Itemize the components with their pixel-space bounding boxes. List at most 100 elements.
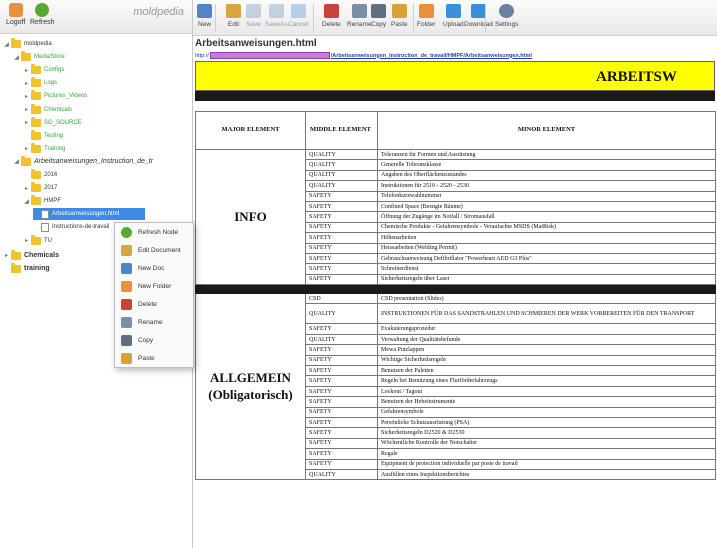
tree-item[interactable]: Testing: [23, 129, 63, 142]
toolbar-delete-button[interactable]: Delete: [322, 4, 341, 28]
middle-element-cell: SAFETY: [305, 273, 378, 286]
tree-item[interactable]: ◢ moldpedia: [3, 38, 52, 50]
toolbar-separator: [215, 4, 216, 32]
minor-element-link[interactable]: Benutzen der Hebeinstrumente: [377, 396, 716, 408]
collapse-arrow-icon[interactable]: ◢: [13, 54, 20, 61]
expand-arrow-icon[interactable]: ▸: [23, 185, 30, 192]
logoff-button[interactable]: Logoff: [6, 3, 25, 26]
copy-icon: [121, 334, 132, 346]
tree-item[interactable]: ▸ Pictures_Videos: [23, 90, 87, 102]
tree-item[interactable]: Arbeitsanweisungen.html: [33, 208, 145, 221]
toolbar-download-button[interactable]: Download: [464, 4, 493, 28]
minor-element-link[interactable]: Persönliche Schutzausrüstung (PSA): [377, 416, 716, 429]
tree-item-label: TU: [44, 237, 52, 244]
tree-item[interactable]: ▸ Training: [23, 142, 65, 155]
tree-item-label: MediaStore: [34, 54, 65, 61]
toolbar-copy-button[interactable]: Copy: [371, 4, 386, 28]
minor-element-link[interactable]: Generelle Toleranzklasse: [377, 159, 716, 171]
minor-element-link[interactable]: Telefonkurzwahlnummer: [377, 190, 716, 202]
expand-arrow-icon[interactable]: ▸: [23, 145, 30, 152]
toolbar-cancel-button[interactable]: Cancel: [288, 4, 308, 28]
minor-element-link[interactable]: Wöchentliche Kontrolle der Notschalter: [377, 437, 716, 450]
tree-item[interactable]: ◢ MediaStore: [13, 51, 65, 63]
toolbar-edit-button[interactable]: Edit: [226, 4, 241, 28]
save-as-icon: [268, 4, 284, 18]
minor-element-link[interactable]: Ausfüllen eines Inspektionsberichtes: [377, 468, 716, 481]
toolbar-upload-button[interactable]: Upload: [443, 4, 464, 28]
left-toolbar: Logoff Refresh moldpedia: [0, 0, 192, 34]
toolbar-settings-button[interactable]: Settings: [495, 4, 519, 28]
minor-element-link[interactable]: Equipment de protection individuelle par…: [377, 458, 716, 470]
middle-element-cell: SAFETY: [305, 375, 378, 387]
expand-arrow-icon[interactable]: ▸: [23, 106, 30, 113]
minor-element-link[interactable]: Gebrauchsanweisung Defibrillator "Powerh…: [377, 252, 716, 265]
tree-item[interactable]: ▸ Chemicals: [23, 103, 72, 116]
minor-element-link[interactable]: CSD presentation (Slides): [377, 293, 716, 305]
toolbar-button-label: Delete: [322, 21, 341, 28]
tree-item[interactable]: ▸ Logs: [23, 77, 57, 89]
paste-icon: [391, 4, 407, 18]
context-menu-item[interactable]: Refresh Node: [115, 223, 193, 241]
tree-item[interactable]: 2016: [23, 169, 57, 181]
tree-item[interactable]: ▸ Configs: [23, 64, 64, 76]
expand-arrow-icon[interactable]: ▸: [23, 80, 30, 87]
minor-element-link[interactable]: Öffnung der Zugänge im Notfall / Stromau…: [377, 211, 716, 223]
collapse-arrow-icon[interactable]: ◢: [3, 41, 10, 48]
minor-element-link[interactable]: Regeln bei Benutzung eines Flurförderfah…: [377, 375, 716, 387]
minor-element-link[interactable]: Toleranzen für Formen und Ausrüstung: [377, 148, 716, 161]
collapse-arrow-icon[interactable]: ◢: [23, 198, 30, 205]
context-menu-item[interactable]: Edit Document: [115, 241, 193, 259]
expand-arrow-icon[interactable]: ▸: [23, 67, 30, 74]
expand-arrow-icon[interactable]: ▸: [3, 252, 10, 259]
gear-icon: [499, 4, 515, 18]
minor-element-link[interactable]: INSTRUKTIONEN FÜR DAS SANDSTRAHLEN UND S…: [377, 303, 716, 325]
minor-element-link[interactable]: Heissarbeiten (Welding Permit): [377, 242, 716, 254]
tree-item[interactable]: ◢ Arbeitsanweisungen_Instruction_de_tr: [13, 155, 153, 168]
minor-element-link[interactable]: Gefahrensymbole: [377, 406, 716, 419]
context-menu-item[interactable]: New Folder: [115, 277, 193, 295]
minor-element-link[interactable]: Confined Space (Beengte Räume): [377, 200, 716, 213]
tree-item[interactable]: ▸ 2017: [23, 182, 57, 194]
refresh-button[interactable]: Refresh: [30, 3, 55, 26]
tree-item[interactable]: ▸ Chemicals: [3, 249, 59, 262]
minor-element-link[interactable]: Chemische Produkte - Gefahrensymbole - V…: [377, 221, 716, 234]
context-menu-item[interactable]: Rename: [115, 313, 193, 331]
minor-element-link[interactable]: Evakuierungsprozedur: [377, 323, 716, 335]
minor-element-link[interactable]: Mewa Putzlappen: [377, 344, 716, 356]
download-icon: [470, 4, 486, 18]
refresh-icon: [35, 3, 50, 17]
minor-element-link[interactable]: Lockout / Tagout: [377, 385, 716, 398]
context-menu-item[interactable]: New Doc: [115, 259, 193, 277]
minor-element-link[interactable]: Schreinerdienst: [377, 263, 716, 275]
minor-element-link[interactable]: Höhenarbeiten: [377, 232, 716, 244]
minor-element-link[interactable]: Angaben des Oberflächenzustandes: [377, 169, 716, 182]
toolbar-new-button[interactable]: New: [197, 4, 212, 28]
minor-element-link[interactable]: Wichtige Sicherheitsregeln: [377, 354, 716, 367]
toolbar-saveas-button[interactable]: SaveAs: [265, 4, 287, 28]
minor-element-link[interactable]: Regale: [377, 448, 716, 460]
minor-element-link[interactable]: Instruktionen für 2510 - 2520 - 2530: [377, 180, 716, 192]
context-menu-item[interactable]: Copy: [115, 331, 193, 349]
context-menu-item[interactable]: Delete: [115, 295, 193, 313]
minor-element-link[interactable]: Benutzen der Paletten: [377, 365, 716, 377]
tree-item[interactable]: Instructions-de-travail: [33, 221, 109, 233]
toolbar-rename-button[interactable]: Rename: [347, 4, 372, 28]
tree-item[interactable]: ▸ SG_SOURCE: [23, 116, 82, 129]
toolbar-paste-button[interactable]: Paste: [391, 4, 408, 28]
expand-arrow-icon[interactable]: ▸: [23, 93, 30, 100]
context-menu-item[interactable]: Paste: [115, 349, 193, 367]
minor-element-link[interactable]: Sicherheitsregeln über Laser: [377, 273, 716, 286]
expand-arrow-icon[interactable]: ▸: [23, 119, 30, 126]
minor-element-link[interactable]: Sicherheitsregeln D2520 & D2530: [377, 427, 716, 439]
tree-item[interactable]: training: [3, 262, 50, 275]
tree-item[interactable]: ▸ TU: [23, 234, 52, 247]
document-url[interactable]: http:// /Arbeitsanweisungen_Instruction_…: [195, 51, 715, 60]
rename-icon: [121, 316, 132, 328]
expand-arrow-icon[interactable]: ▸: [23, 237, 30, 244]
toolbar-save-button[interactable]: Save: [246, 4, 261, 28]
toolbar-folder-button[interactable]: Folder: [417, 4, 435, 28]
tree-item[interactable]: ◢ HMPF: [23, 195, 61, 207]
minor-element-link[interactable]: Verwaltung der Qualitätsbefunde: [377, 333, 716, 346]
middle-element-cell: SAFETY: [305, 354, 378, 367]
collapse-arrow-icon[interactable]: ◢: [13, 158, 20, 165]
